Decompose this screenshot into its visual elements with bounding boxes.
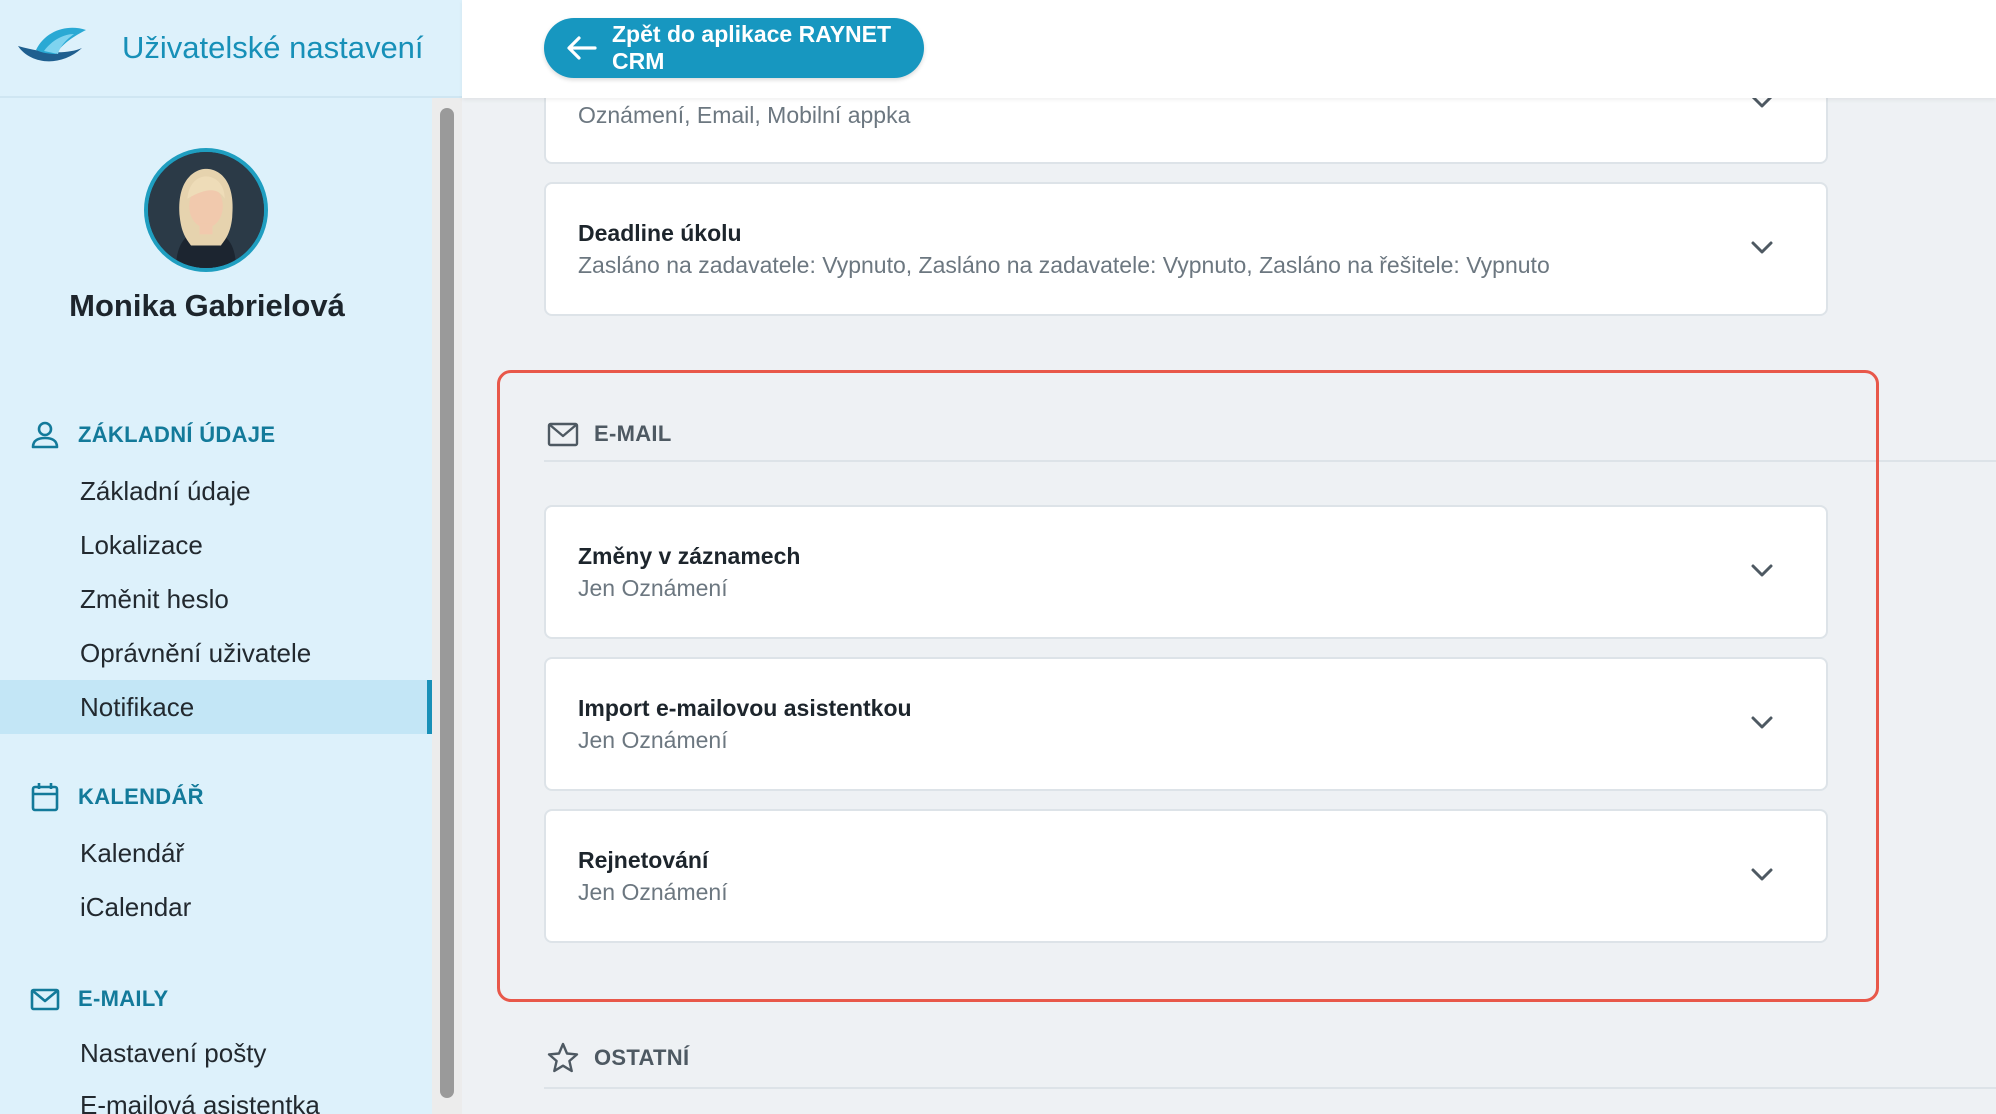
back-button-label: Zpět do aplikace RAYNET CRM [612, 21, 892, 74]
sidebar-item-email-assistant[interactable]: E-mailová asistentka [0, 1078, 432, 1114]
card-subtitle: Oznámení, Email, Mobilní appka [578, 102, 911, 128]
chevron-down-icon[interactable] [1750, 240, 1774, 256]
sidebar-item-icalendar[interactable]: iCalendar [0, 880, 432, 934]
section-emails: E-MAILY [28, 982, 169, 1016]
section-calendar: KALENDÁŘ [28, 780, 204, 814]
top-bar: Zpět do aplikace RAYNET CRM [462, 0, 1996, 98]
card-title: Deadline úkolu [578, 220, 742, 246]
section-basic-info: ZÁKLADNÍ ÚDAJE [28, 418, 275, 452]
sidebar-item-calendar[interactable]: Kalendář [0, 826, 432, 880]
sidebar-item-user-permissions[interactable]: Oprávnění uživatele [0, 626, 432, 680]
notification-card-task-deadline[interactable]: Deadline úkolu Zasláno na zadavatele: Vy… [544, 182, 1828, 316]
section-label: E-MAILY [78, 986, 169, 1011]
user-name: Monika Gabrielová [69, 288, 345, 323]
sidebar-item-notifications[interactable]: Notifikace [0, 680, 432, 734]
card-subtitle: Zasláno na zadavatele: Vypnuto, Zasláno … [578, 252, 1550, 278]
group-label: OSTATNÍ [594, 1045, 690, 1070]
highlight-frame [497, 370, 1879, 1002]
sidebar-scrollbar-thumb[interactable] [440, 108, 454, 1098]
calendar-icon [31, 783, 59, 812]
raynet-logo-icon[interactable] [16, 24, 88, 68]
sidebar-item-mail-settings[interactable]: Nastavení pošty [0, 1026, 432, 1080]
person-icon [31, 421, 59, 449]
star-icon [547, 1042, 579, 1073]
app-title: Uživatelské nastavení [122, 30, 424, 65]
avatar [144, 148, 268, 272]
sidebar-item-localization[interactable]: Lokalizace [0, 518, 432, 572]
sidebar: Uživatelské nastavení Monika Gabrielová … [0, 0, 462, 1114]
sidebar-item-change-password[interactable]: Změnit heslo [0, 572, 432, 626]
section-label: KALENDÁŘ [78, 784, 204, 809]
envelope-icon [30, 988, 60, 1011]
group-divider [544, 1087, 1996, 1089]
arrow-left-icon [567, 36, 597, 60]
group-header-other: OSTATNÍ [546, 1040, 689, 1076]
section-label: ZÁKLADNÍ ÚDAJE [78, 422, 276, 447]
back-to-crm-button[interactable]: Zpět do aplikace RAYNET CRM [544, 18, 924, 78]
sidebar-header: Uživatelské nastavení [0, 0, 462, 98]
sidebar-item-basic-info[interactable]: Základní údaje [0, 464, 432, 518]
